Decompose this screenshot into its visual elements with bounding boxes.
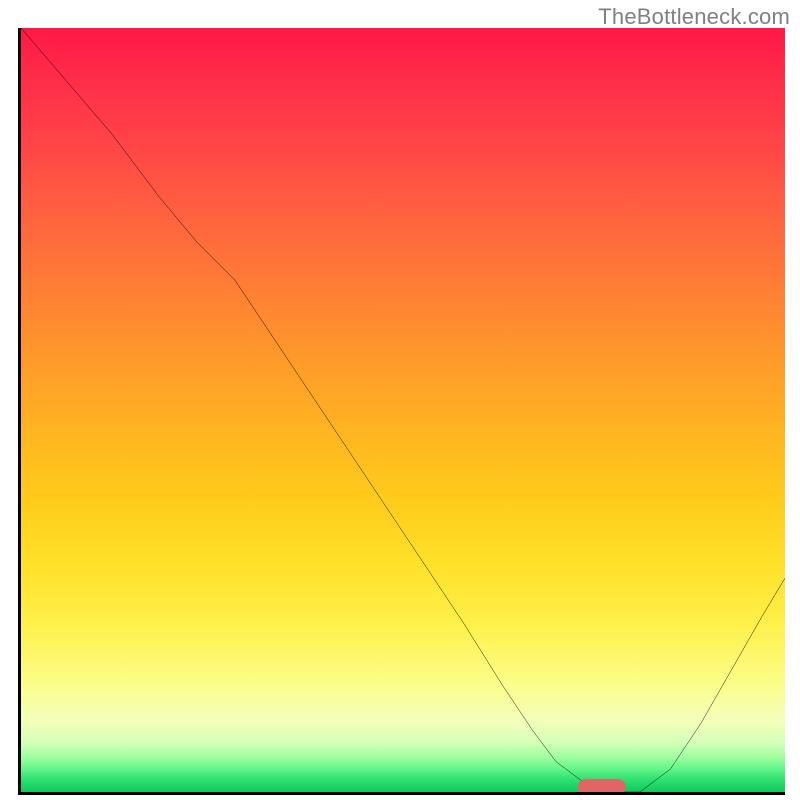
line-series	[21, 28, 785, 792]
attribution-text: TheBottleneck.com	[598, 4, 790, 30]
chart-container: TheBottleneck.com	[0, 0, 800, 800]
bottleneck-curve-path	[21, 28, 785, 792]
plot-area	[18, 28, 785, 795]
optimal-marker	[578, 779, 626, 795]
